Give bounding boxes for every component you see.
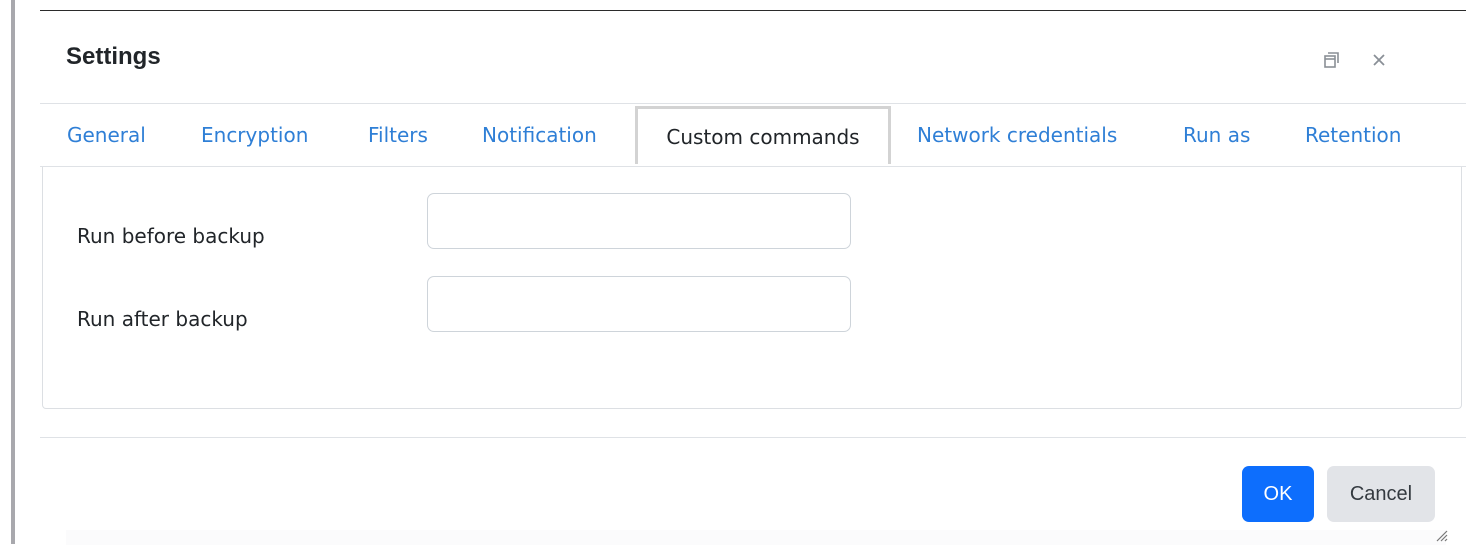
custom-commands-panel: Run before backup Run after backup <box>42 167 1462 409</box>
run-after-backup-input[interactable] <box>427 276 851 332</box>
tab-encryption[interactable]: Encryption <box>201 104 308 166</box>
settings-tabs: General Encryption Filters Notification … <box>40 104 1466 167</box>
tab-retention[interactable]: Retention <box>1305 104 1401 166</box>
restore-window-icon[interactable] <box>1321 49 1343 71</box>
run-before-backup-label: Run before backup <box>77 224 265 248</box>
tab-notification[interactable]: Notification <box>482 104 597 166</box>
page-left-edge <box>11 0 15 544</box>
footer-divider <box>40 437 1466 438</box>
settings-dialog: Settings General Encryption Filters Noti… <box>40 10 1466 545</box>
footer-background <box>66 530 1446 545</box>
ok-button[interactable]: OK <box>1242 466 1314 522</box>
close-icon[interactable] <box>1368 49 1390 71</box>
run-before-backup-input[interactable] <box>427 193 851 249</box>
tab-custom-commands[interactable]: Custom commands <box>635 106 891 164</box>
run-after-backup-label: Run after backup <box>77 307 248 331</box>
tab-general[interactable]: General <box>67 104 146 166</box>
dialog-title: Settings <box>66 43 161 70</box>
cancel-button[interactable]: Cancel <box>1327 466 1435 522</box>
tab-run-as[interactable]: Run as <box>1183 104 1250 166</box>
tab-filters[interactable]: Filters <box>368 104 428 166</box>
dialog-titlebar: Settings <box>40 11 1466 104</box>
tab-network-credentials[interactable]: Network credentials <box>917 104 1117 166</box>
resize-grip-icon[interactable] <box>1434 527 1448 542</box>
